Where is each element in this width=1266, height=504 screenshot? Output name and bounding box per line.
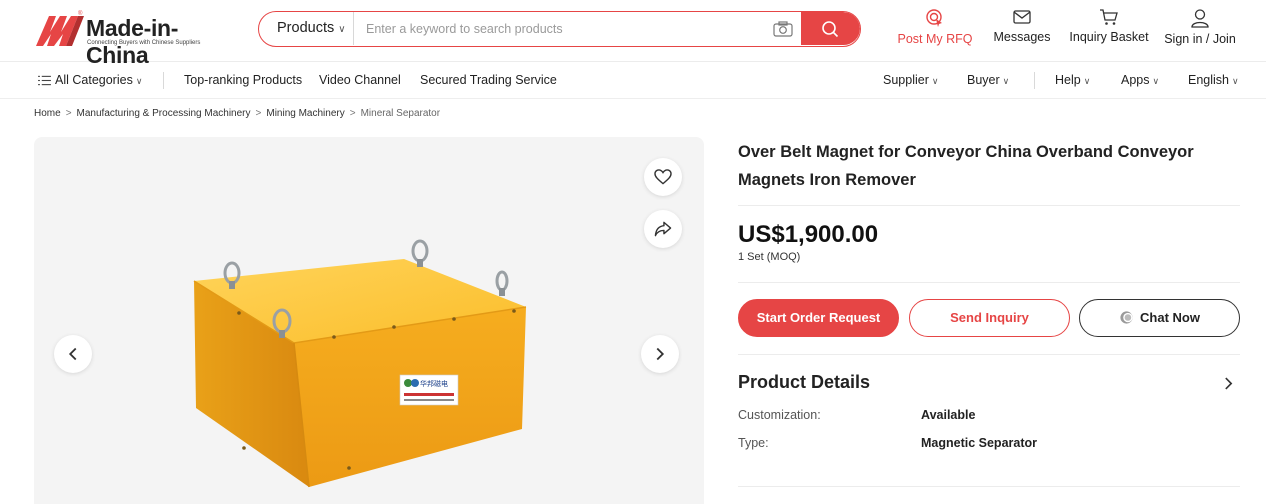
breadcrumb-mining[interactable]: Mining Machinery <box>266 108 344 119</box>
envelope-icon <box>1013 10 1031 24</box>
all-categories-label: All Categories <box>55 73 133 87</box>
video-channel-link[interactable]: Video Channel <box>319 73 401 87</box>
product-gallery: 华邦磁电 <box>34 137 704 504</box>
search-bar: Products ∨ <box>258 11 861 47</box>
apps-label: Apps <box>1121 73 1150 87</box>
spec-label-type: Type: <box>738 436 769 450</box>
sign-in-label: Sign in / Join <box>1164 32 1236 46</box>
spec-value-type: Magnetic Separator <box>921 436 1038 450</box>
site-logo[interactable]: ® Made-in-China Connecting Buyers with C… <box>36 11 236 68</box>
target-icon <box>926 9 942 27</box>
search-button[interactable] <box>801 12 860 45</box>
logo-registered-mark: ® <box>78 11 83 17</box>
post-rfq-link[interactable]: Post My RFQ <box>897 8 973 54</box>
breadcrumb-manufacturing[interactable]: Manufacturing & Processing Machinery <box>77 108 251 119</box>
spec-value-customization: Available <box>921 408 976 422</box>
logo-mark-icon <box>36 16 84 46</box>
sign-in-link[interactable]: Sign in / Join <box>1155 8 1245 54</box>
divider <box>738 486 1240 487</box>
breadcrumb-separator: > <box>255 108 262 119</box>
breadcrumb-home[interactable]: Home <box>34 108 61 119</box>
share-icon <box>654 221 672 237</box>
apps-menu[interactable]: Apps ∨ <box>1121 73 1159 87</box>
search-input[interactable] <box>355 12 775 45</box>
chevron-right-icon[interactable] <box>1224 377 1233 390</box>
product-details-heading[interactable]: Product Details <box>738 372 870 393</box>
gallery-prev-button[interactable] <box>54 335 92 373</box>
heart-icon <box>654 169 672 185</box>
messages-link[interactable]: Messages <box>991 8 1053 54</box>
search-category-label: Products <box>277 20 335 36</box>
chevron-right-icon <box>656 347 665 361</box>
chevron-down-icon: ∨ <box>338 24 346 35</box>
favorite-button[interactable] <box>644 158 682 196</box>
language-label: English <box>1188 73 1229 87</box>
inquiry-basket-link[interactable]: Inquiry Basket <box>1066 8 1152 54</box>
product-title: Over Belt Magnet for Conveyor China Over… <box>738 143 1194 189</box>
category-nav: All Categories ∨ Top-ranking Products Vid… <box>0 62 1266 99</box>
top-ranking-link[interactable]: Top-ranking Products <box>184 73 302 87</box>
product-image[interactable]: 华邦磁电 <box>184 233 569 493</box>
language-menu[interactable]: English ∨ <box>1188 73 1239 87</box>
search-category-dropdown[interactable]: Products ∨ <box>259 12 354 45</box>
product-label-brand: 华邦磁电 <box>420 379 448 388</box>
divider <box>738 282 1240 283</box>
buyer-label: Buyer <box>967 73 1000 87</box>
breadcrumb-current[interactable]: Mineral Separator <box>361 108 440 119</box>
site-header: ® Made-in-China Connecting Buyers with C… <box>0 0 1266 68</box>
logo-tagline: Connecting Buyers with Chinese Suppliers <box>87 40 201 46</box>
chevron-down-icon: ∨ <box>1083 76 1091 86</box>
chat-status-icon <box>1120 310 1133 324</box>
product-moq: 1 Set (MOQ) <box>738 251 801 263</box>
spec-label-customization: Customization: <box>738 408 821 422</box>
supplier-label: Supplier <box>883 73 929 87</box>
chevron-down-icon: ∨ <box>1002 76 1010 86</box>
breadcrumb-separator: > <box>349 108 356 119</box>
menu-icon <box>38 76 51 86</box>
product-price: US$1,900.00 <box>738 221 879 248</box>
post-rfq-label: Post My RFQ <box>897 32 973 46</box>
gallery-next-button[interactable] <box>641 335 679 373</box>
chat-now-label: Chat Now <box>1140 310 1200 325</box>
camera-icon[interactable] <box>773 21 793 37</box>
help-menu[interactable]: Help ∨ <box>1055 73 1090 87</box>
chevron-down-icon: ∨ <box>1232 76 1239 86</box>
send-inquiry-button[interactable]: Send Inquiry <box>909 299 1070 337</box>
secured-trading-link[interactable]: Secured Trading Service <box>420 73 557 87</box>
chevron-down-icon: ∨ <box>135 76 143 86</box>
search-icon <box>822 21 839 38</box>
breadcrumb: Home > Manufacturing & Processing Machiner… <box>34 108 440 119</box>
supplier-menu[interactable]: Supplier ∨ <box>883 73 938 87</box>
messages-label: Messages <box>993 30 1051 44</box>
buyer-menu[interactable]: Buyer ∨ <box>967 73 1009 87</box>
user-icon <box>1191 9 1209 28</box>
breadcrumb-separator: > <box>65 108 72 119</box>
divider <box>738 205 1240 206</box>
chat-now-button[interactable]: Chat Now <box>1079 299 1240 337</box>
all-categories-menu[interactable]: All Categories ∨ <box>38 73 142 87</box>
cart-icon <box>1100 9 1118 25</box>
divider <box>738 354 1240 355</box>
help-label: Help <box>1055 73 1081 87</box>
chevron-down-icon: ∨ <box>1152 76 1160 86</box>
divider <box>1034 72 1035 89</box>
share-button[interactable] <box>644 210 682 248</box>
divider <box>163 72 164 89</box>
start-order-button[interactable]: Start Order Request <box>738 299 899 337</box>
chevron-down-icon: ∨ <box>931 76 939 86</box>
inquiry-basket-label: Inquiry Basket <box>1069 30 1149 44</box>
chevron-left-icon <box>68 347 77 361</box>
